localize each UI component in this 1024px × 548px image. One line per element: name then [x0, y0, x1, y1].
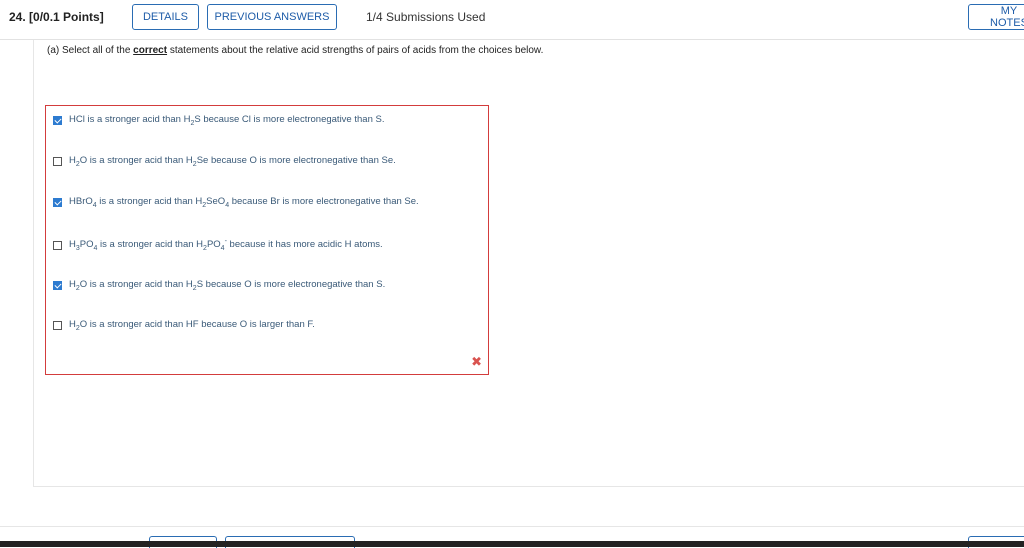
question-prompt: (a) Select all of the correct statements…: [47, 45, 543, 56]
question-title: 24. [0/0.1 Points]: [9, 10, 104, 24]
question-points: [0/0.1 Points]: [29, 10, 104, 24]
incorrect-x-icon: ✖: [471, 355, 482, 370]
choice-2-text: H2O is a stronger acid than H2Se because…: [69, 155, 396, 168]
footer-divider: [0, 526, 1024, 527]
choice-5-text: H2O is a stronger acid than H2S because …: [69, 279, 386, 292]
submissions-used: 1/4 Submissions Used: [366, 10, 486, 24]
choice-3[interactable]: HBrO4 is a stronger acid than H2SeO4 bec…: [53, 196, 419, 209]
choice-1-checkbox[interactable]: [53, 115, 62, 125]
choice-2-checkbox[interactable]: [53, 156, 62, 166]
prompt-prefix: (a) Select all of the: [47, 45, 134, 56]
previous-answers-button[interactable]: PREVIOUS ANSWERS: [207, 4, 337, 30]
prompt-suffix: statements about the relative acid stren…: [167, 45, 544, 56]
answer-choices-box: HCl is a stronger acid than H2S because …: [45, 105, 489, 375]
choice-6[interactable]: H2O is a stronger acid than HF because O…: [53, 319, 315, 332]
choice-6-checkbox[interactable]: [53, 320, 62, 330]
choice-3-checkbox[interactable]: [53, 197, 62, 207]
choice-1[interactable]: HCl is a stronger acid than H2S because …: [53, 114, 384, 127]
choice-1-text: HCl is a stronger acid than H2S because …: [69, 114, 385, 127]
choice-5-checkbox[interactable]: [53, 280, 62, 290]
my-notes-button[interactable]: MY NOTES: [968, 4, 1024, 30]
details-button[interactable]: DETAILS: [132, 4, 199, 30]
question-number: 24.: [9, 10, 26, 24]
choice-3-text: HBrO4 is a stronger acid than H2SeO4 bec…: [69, 196, 419, 209]
choice-2[interactable]: H2O is a stronger acid than H2Se because…: [53, 155, 396, 168]
footer-bar: [0, 541, 1024, 547]
choice-4-checkbox[interactable]: [53, 240, 62, 250]
prompt-emphasis: correct: [133, 45, 168, 56]
choice-5[interactable]: H2O is a stronger acid than H2S because …: [53, 279, 385, 292]
choice-4[interactable]: H3PO4 is a stronger acid than H2PO4- bec…: [53, 238, 383, 252]
question-header: 24. [0/0.1 Points] DETAILS PREVIOUS ANSW…: [0, 0, 1024, 40]
choice-6-text: H2O is a stronger acid than HF because O…: [69, 319, 315, 332]
choice-4-text: H3PO4 is a stronger acid than H2PO4- bec…: [69, 238, 383, 253]
